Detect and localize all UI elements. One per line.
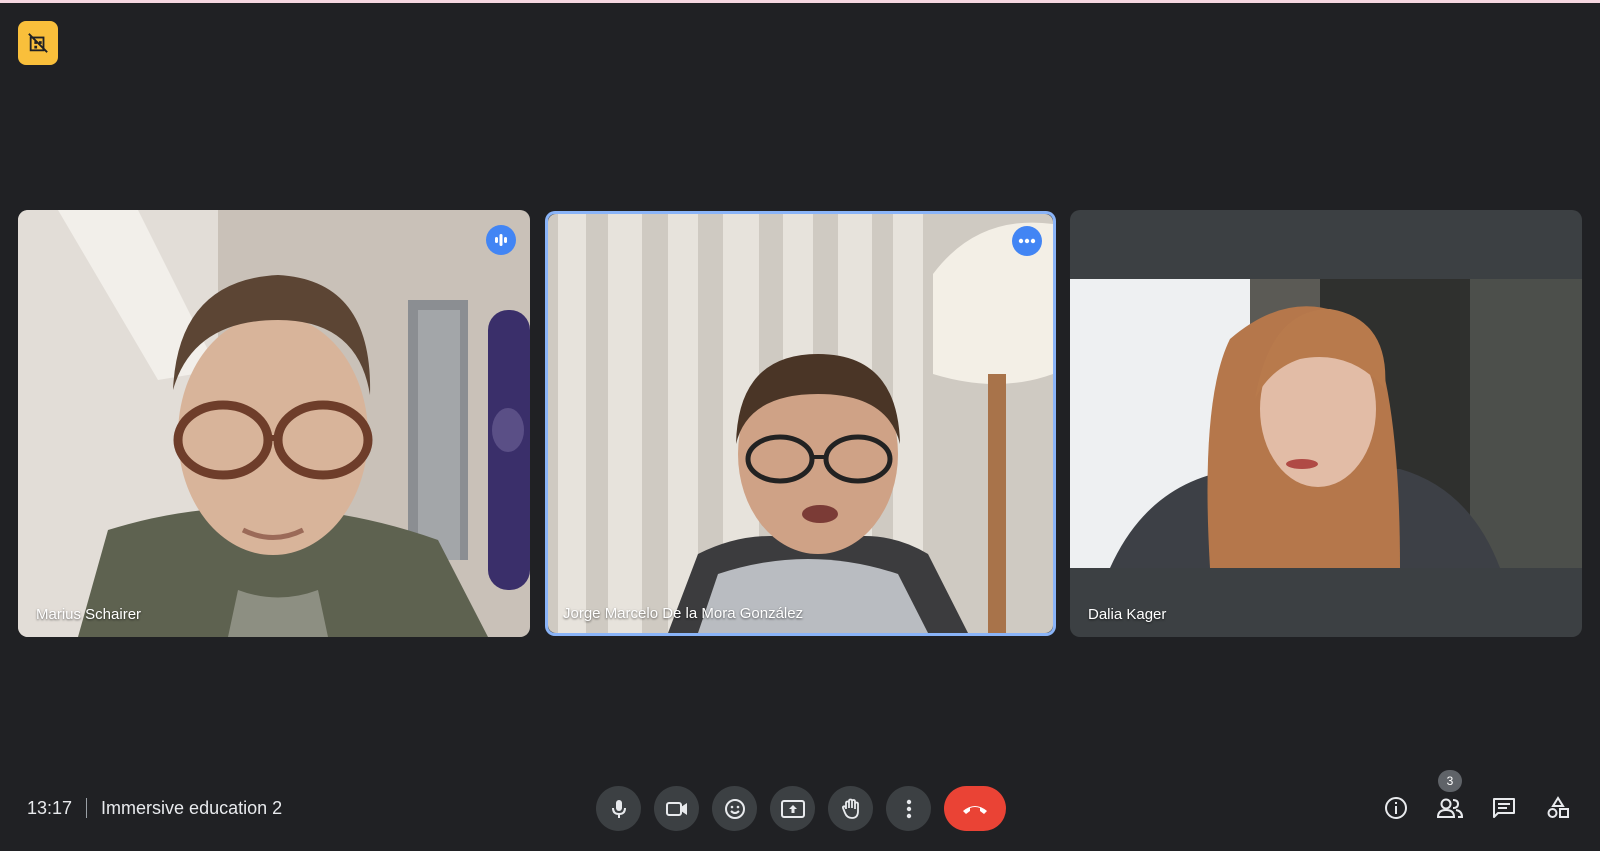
- participant-video: [18, 210, 530, 637]
- leave-call-button[interactable]: [944, 786, 1006, 831]
- participant-video: [548, 214, 1053, 633]
- activities-button[interactable]: [1536, 786, 1580, 830]
- participant-video: [1070, 279, 1582, 568]
- participant-tile[interactable]: Marius Schairer: [18, 210, 530, 637]
- no-recording-badge[interactable]: [18, 21, 58, 65]
- side-panel-controls: 3: [1374, 770, 1580, 831]
- separator: [86, 798, 88, 818]
- more-options-button[interactable]: [886, 786, 931, 831]
- camera-icon: [665, 801, 687, 816]
- participant-name: Marius Schairer: [36, 606, 142, 623]
- raise-hand-button[interactable]: [828, 786, 873, 831]
- more-options-icon: [1018, 238, 1036, 244]
- clock-time: 13:17: [27, 797, 73, 818]
- present-screen-icon: [780, 799, 805, 818]
- emoji-icon: [724, 798, 745, 819]
- participant-name: Dalia Kager: [1088, 606, 1167, 623]
- call-controls: [596, 786, 1006, 831]
- hidden-tile-icon: [28, 33, 48, 53]
- meeting-info-button[interactable]: [1374, 786, 1418, 830]
- chat-button[interactable]: [1482, 786, 1526, 830]
- people-icon: [1436, 798, 1464, 818]
- speaking-indicator-icon: [495, 234, 507, 246]
- activities-icon: [1547, 796, 1569, 818]
- speaking-indicator-button[interactable]: [486, 225, 516, 255]
- top-edge-line: [0, 0, 1600, 3]
- mic-icon: [611, 799, 626, 818]
- microphone-button[interactable]: [596, 786, 641, 831]
- people-button[interactable]: 3: [1428, 770, 1472, 830]
- info-icon: [1385, 797, 1407, 819]
- end-call-icon: [963, 805, 987, 814]
- more-options-button[interactable]: [1012, 226, 1042, 256]
- raise-hand-icon: [841, 798, 859, 819]
- meeting-details: 13:17 Immersive education 2: [27, 796, 282, 820]
- participant-name: Jorge Marcelo De la Mora González: [563, 605, 804, 622]
- present-button[interactable]: [770, 786, 815, 831]
- people-count-badge: 3: [1438, 770, 1462, 792]
- chat-icon: [1493, 798, 1515, 818]
- camera-button[interactable]: [654, 786, 699, 831]
- meeting-title: Immersive education 2: [101, 797, 283, 818]
- participant-tile[interactable]: Dalia Kager: [1070, 210, 1582, 637]
- more-vert-icon: [906, 799, 911, 818]
- participant-tile-active[interactable]: Jorge Marcelo De la Mora González: [545, 211, 1056, 636]
- reactions-button[interactable]: [712, 786, 757, 831]
